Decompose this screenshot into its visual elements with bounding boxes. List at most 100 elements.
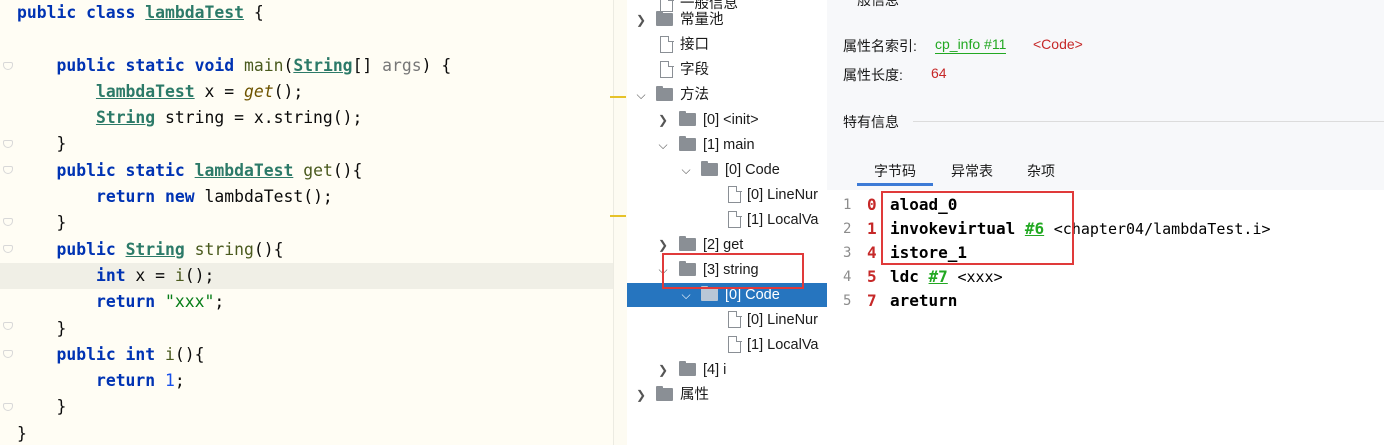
- attribute-info-area: 一般信息 属性名索引: cp_info #11 <Code> 属性长度: 64 …: [827, 0, 1384, 190]
- chevron-down-icon[interactable]: ⌵: [679, 158, 693, 182]
- code-text: }: [17, 423, 27, 443]
- method-name-token: main: [243, 55, 284, 75]
- tree-item-constant-pool[interactable]: ❯ 常量池: [627, 8, 827, 32]
- line-number: 3: [843, 245, 852, 261]
- code-text: }: [17, 213, 67, 233]
- code-line[interactable]: [0, 26, 613, 52]
- bytecode-comment: <xxx>: [957, 268, 1003, 286]
- code-editor[interactable]: public class lambdaTest { public static …: [0, 0, 627, 445]
- code-text: {: [243, 3, 264, 22]
- chevron-down-icon[interactable]: ⌵: [634, 83, 648, 107]
- file-icon: [728, 310, 742, 328]
- code-line[interactable]: lambdaTest x = get();: [0, 79, 613, 105]
- editor-scrollbar[interactable]: [610, 0, 627, 445]
- tab-exception-table[interactable]: 异常表: [937, 160, 1007, 186]
- name-index-label: 属性名索引:: [843, 38, 917, 54]
- code-text: string = x.string();: [155, 108, 363, 128]
- code-text: (){: [253, 239, 284, 259]
- tab-bytecode[interactable]: 字节码: [857, 160, 933, 186]
- tree-item-main-line-number-table[interactable]: [0] LineNur: [627, 183, 827, 207]
- warning-marker[interactable]: [610, 96, 626, 98]
- file-icon: [660, 35, 674, 53]
- line-number: 2: [843, 221, 852, 237]
- code-text: }: [17, 318, 67, 338]
- line-number: 1: [843, 197, 852, 213]
- attribute-length-label: 属性长度:: [843, 67, 903, 83]
- name-index-value: <Code>: [1033, 36, 1083, 52]
- code-text: ;: [174, 371, 185, 391]
- tree-item-method-main[interactable]: ⌵ [1] main: [627, 133, 827, 157]
- general-info-header: 一般信息: [843, 0, 899, 8]
- tree-item-method-i[interactable]: ❯ [4] i: [627, 358, 827, 382]
- class-structure-tree[interactable]: 一般信息 ❯ 常量池 接口 字段 ⌵ 方法 ❯ [0] <init> ⌵ [1]…: [627, 0, 827, 445]
- code-line[interactable]: }: [0, 421, 613, 445]
- code-line[interactable]: }: [0, 210, 613, 236]
- method-name-token: i: [165, 344, 175, 364]
- folder-icon: [701, 161, 718, 176]
- class-name-token: String: [95, 108, 156, 128]
- keyword-token: public static void: [56, 55, 244, 75]
- code-line-current[interactable]: int x = i();: [0, 262, 613, 290]
- bytecode-offset: 0: [867, 195, 877, 214]
- tree-item-attributes[interactable]: ❯ 属性: [627, 383, 827, 407]
- chevron-down-icon[interactable]: ⌵: [656, 133, 670, 157]
- chevron-right-icon[interactable]: ❯: [656, 108, 670, 132]
- tree-item-main-local-variable-table[interactable]: [1] LocalVa: [627, 208, 827, 232]
- number-literal-token: 1: [165, 371, 175, 391]
- code-line[interactable]: }: [0, 131, 613, 157]
- tree-item-label: [0] <init>: [703, 112, 759, 128]
- code-line[interactable]: return 1;: [0, 368, 613, 394]
- folder-icon: [656, 386, 673, 401]
- code-line[interactable]: public static lambdaTest get(){: [0, 158, 613, 184]
- folder-icon: [679, 136, 696, 151]
- bytecode-offset: 7: [867, 291, 877, 310]
- specific-info-header: 特有信息: [843, 114, 899, 130]
- folder-icon: [701, 286, 718, 301]
- section-divider: [913, 121, 1384, 122]
- tree-item-string-line-number-table[interactable]: [0] LineNur: [627, 308, 827, 332]
- code-line[interactable]: public String string(){: [0, 237, 613, 263]
- tab-misc[interactable]: 杂项: [1011, 160, 1071, 186]
- code-line[interactable]: public class lambdaTest {: [0, 0, 613, 26]
- tree-item-fields[interactable]: 字段: [627, 58, 827, 82]
- code-text: ();: [273, 81, 304, 101]
- tree-item-main-code[interactable]: ⌵ [0] Code: [627, 158, 827, 182]
- code-text: lambdaTest();: [204, 187, 333, 207]
- method-call-token: get: [243, 81, 274, 101]
- tree-item-label: 方法: [680, 87, 709, 103]
- code-line[interactable]: String string = x.string();: [0, 105, 613, 131]
- tree-item-string-local-variable-table[interactable]: [1] LocalVa: [627, 333, 827, 357]
- bytecode-offset: 5: [867, 267, 877, 286]
- code-line[interactable]: }: [0, 316, 613, 342]
- chevron-right-icon[interactable]: ❯: [656, 358, 670, 382]
- code-text: x =: [125, 265, 175, 285]
- code-line[interactable]: }: [0, 394, 613, 420]
- string-literal-token: "xxx": [165, 292, 215, 312]
- code-area[interactable]: public class lambdaTest { public static …: [0, 0, 613, 445]
- folder-icon: [679, 236, 696, 251]
- tree-item-label: 接口: [680, 37, 709, 53]
- tree-item-methods[interactable]: ⌵ 方法: [627, 83, 827, 107]
- bytecode-comment: <chapter04/lambdaTest.i>: [1053, 220, 1271, 238]
- tree-item-interfaces[interactable]: 接口: [627, 33, 827, 57]
- chevron-right-icon[interactable]: ❯: [634, 383, 648, 407]
- code-line[interactable]: return new lambdaTest();: [0, 184, 613, 210]
- warning-marker[interactable]: [610, 215, 626, 217]
- name-index-link[interactable]: cp_info #11: [935, 36, 1007, 54]
- highlight-box-bytecode: [881, 191, 1074, 265]
- keyword-token: public static: [56, 160, 195, 180]
- code-line[interactable]: public static void main(String[] args) {: [0, 53, 613, 79]
- tree-item-method-init[interactable]: ❯ [0] <init>: [627, 108, 827, 132]
- chevron-right-icon[interactable]: ❯: [634, 8, 648, 32]
- constant-pool-ref-link[interactable]: #7: [929, 267, 948, 286]
- code-line[interactable]: public int i(){: [0, 342, 613, 368]
- code-line[interactable]: return "xxx";: [0, 289, 613, 315]
- code-text: (){: [332, 160, 363, 180]
